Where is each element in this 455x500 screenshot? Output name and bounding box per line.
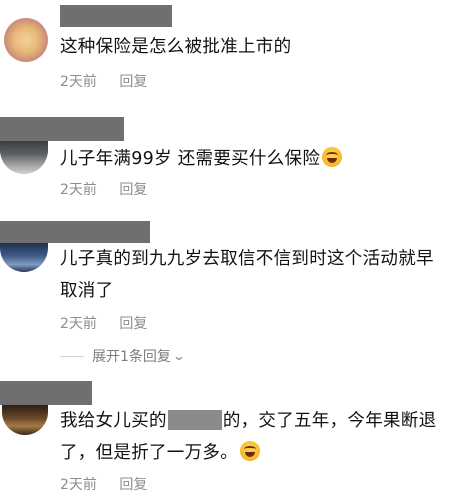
laughing-crying-emoji-icon xyxy=(240,441,260,461)
comment-text: 我给女儿买的 的，交了五年，今年果断退了，但是折了一万多。 xyxy=(60,405,450,469)
username-redacted[interactable] xyxy=(0,381,92,405)
username-redacted[interactable] xyxy=(0,221,150,243)
reply-button[interactable]: 回复 xyxy=(119,74,147,90)
expand-replies-label: 展开1条回复 xyxy=(92,349,171,365)
comment-text: 儿子真的到九九岁去取信不信到时这个活动就早取消了 xyxy=(60,249,434,301)
comment-text: 这种保险是怎么被批准上市的 xyxy=(60,37,292,57)
avatar[interactable] xyxy=(0,242,48,272)
comment-item: 这种保险是怎么被批准上市的 2天前 回复 xyxy=(0,0,455,100)
comment-text-content: 儿子年满99岁 还需要买什么保险 xyxy=(60,149,321,169)
reply-button[interactable]: 回复 xyxy=(119,182,147,198)
comment-text-part: 我给女儿买的 xyxy=(60,411,167,431)
reply-button[interactable]: 回复 xyxy=(119,477,147,493)
comment-time: 2天前 xyxy=(60,316,97,332)
comment-meta: 2天前 回复 xyxy=(60,71,147,91)
chevron-down-icon: ⌄ xyxy=(172,349,186,363)
redacted-text xyxy=(167,410,222,430)
comment-meta: 2天前 回复 xyxy=(60,474,147,494)
username-redacted[interactable] xyxy=(60,5,172,27)
reply-button[interactable]: 回复 xyxy=(119,316,147,332)
divider xyxy=(60,355,84,357)
avatar[interactable] xyxy=(2,405,48,435)
username-redacted[interactable] xyxy=(0,117,124,141)
comment-text: 儿子年满99岁 还需要买什么保险 xyxy=(60,143,450,175)
comment-time: 2天前 xyxy=(60,477,97,493)
avatar[interactable] xyxy=(0,140,48,174)
avatar[interactable] xyxy=(4,18,48,62)
laughing-crying-emoji-icon xyxy=(322,147,343,167)
comment-meta: 2天前 回复 xyxy=(60,313,147,333)
comment-time: 2天前 xyxy=(60,74,97,90)
comment-meta: 2天前 回复 xyxy=(60,179,147,199)
comment-time: 2天前 xyxy=(60,182,97,198)
expand-replies-button[interactable]: 展开1条回复 ⌄ xyxy=(60,345,260,367)
